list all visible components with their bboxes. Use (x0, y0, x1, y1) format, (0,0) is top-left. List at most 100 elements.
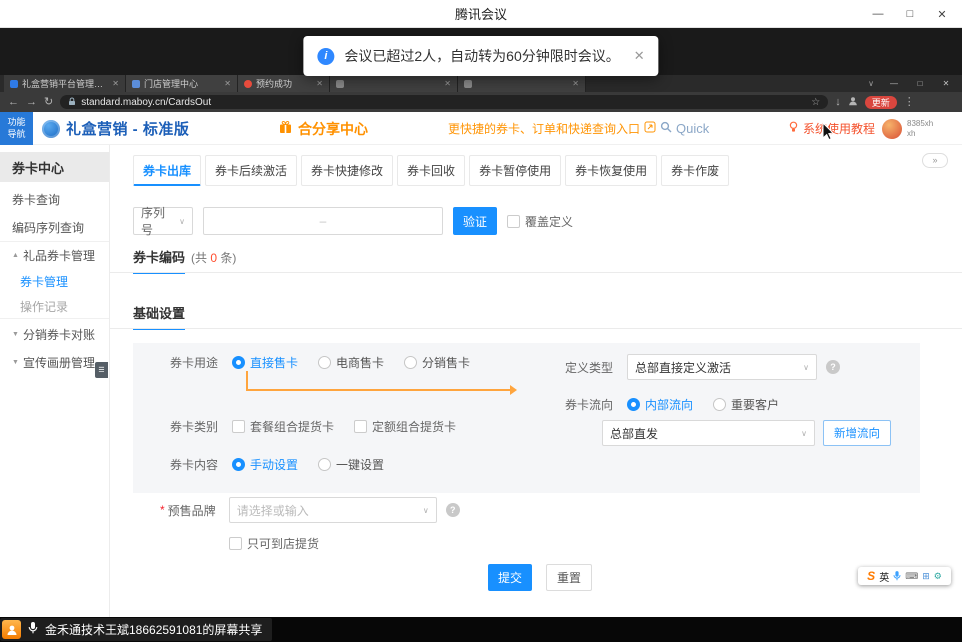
serial-type-select[interactable]: 序列号 ∨ (133, 207, 193, 235)
browser-minimize-icon[interactable]: — (882, 75, 906, 92)
sidebar-item-card-management[interactable]: 券卡管理 (0, 268, 109, 294)
meeting-title: 腾讯会议 (455, 4, 507, 23)
tab-card-suspend[interactable]: 券卡暂停使用 (469, 155, 561, 186)
meeting-titlebar: 腾讯会议 — □ ✕ (0, 0, 962, 28)
info-icon: i (317, 48, 334, 65)
help-icon[interactable]: ? (446, 503, 460, 517)
tab-card-followup-activate[interactable]: 券卡后续激活 (205, 155, 297, 186)
browser-tab-3[interactable]: 预约成功 ✕ (238, 75, 330, 92)
tab-close-icon[interactable]: ✕ (224, 79, 231, 88)
tab-card-outbound[interactable]: 券卡出库 (133, 155, 201, 186)
browser-tab-5[interactable]: ✕ (458, 75, 586, 92)
sidebar-divider (0, 318, 109, 319)
card-content-label: 券卡内容 (170, 456, 220, 473)
tab-card-void[interactable]: 券卡作废 (661, 155, 729, 186)
quick-search[interactable]: Quick (660, 112, 709, 145)
browser-maximize-icon[interactable]: □ (908, 75, 932, 92)
bookmark-star-icon[interactable]: ☆ (811, 97, 820, 108)
profile-icon[interactable] (848, 96, 858, 109)
promo-text: 更快捷的券卡、订单和快递查询入口 (448, 120, 640, 137)
verify-button[interactable]: 验证 (453, 207, 497, 235)
ime-toolbar[interactable]: S 英 ⌨ ⊞ ⚙ (858, 567, 951, 585)
maximize-icon[interactable]: □ (894, 0, 926, 28)
function-nav-button[interactable]: 功能 导航 (0, 112, 33, 145)
override-definition-checkbox[interactable]: 覆盖定义 (507, 213, 573, 230)
serial-number-input[interactable] (203, 207, 443, 235)
radio-manual-setting[interactable]: 手动设置 (232, 456, 298, 473)
presale-brand-select[interactable]: 请选择或输入 ∨ (229, 497, 437, 523)
basic-settings-section-header: 基础设置 (133, 303, 185, 330)
sidebar-item-card-query[interactable]: 券卡查询 (0, 186, 109, 212)
reload-icon[interactable]: ↻ (44, 97, 53, 108)
reset-button[interactable]: 重置 (546, 564, 592, 591)
tab-close-icon[interactable]: ✕ (572, 79, 579, 88)
help-icon[interactable]: ? (826, 360, 840, 374)
sidebar-header-card-center: 券卡中心 (0, 152, 109, 182)
radio-internal-flow[interactable]: 内部流向 (627, 396, 693, 413)
browser-tab-2[interactable]: 门店管理中心 ✕ (126, 75, 238, 92)
section-divider (110, 328, 962, 329)
ime-keyboard-icon[interactable]: ⌨ (905, 572, 918, 581)
ime-mic-icon[interactable] (893, 570, 901, 583)
serial-select-value: 序列号 (141, 204, 173, 238)
radio-icon (713, 398, 726, 411)
tutorial-link[interactable]: 系统使用教程 (788, 112, 875, 145)
store-pickup-only-checkbox[interactable]: 只可到店提货 (229, 535, 319, 552)
ime-settings-icon[interactable]: ⚙ (934, 572, 942, 581)
expand-panel-button[interactable]: » (922, 153, 948, 168)
browser-menu-icon[interactable]: ⋮ (904, 97, 915, 108)
connector-arrow-icon (510, 385, 517, 395)
user-box[interactable]: 8385xhxh (882, 112, 933, 145)
tab-close-icon[interactable]: ✕ (444, 79, 451, 88)
browser-tab-4[interactable]: ✕ (330, 75, 458, 92)
browser-update-button[interactable]: 更新 (865, 96, 897, 109)
checkbox-fixed-combo-card[interactable]: 定额组合提货卡 (354, 418, 456, 435)
browser-tab-1[interactable]: 礼盒营销平台管理中心 ✕ (4, 75, 126, 92)
tabstrip-right: ∨ — □ ✕ (862, 75, 962, 92)
sidebar-item-code-sequence-query[interactable]: 编码序列查询 (0, 214, 109, 240)
definition-type-row: 定义类型 总部直接定义激活 ∨ ? (565, 354, 840, 380)
sidebar-group-gift-card-management[interactable]: ▲ 礼品券卡管理 (0, 242, 109, 268)
address-bar[interactable]: standard.maboy.cn/CardsOut ☆ (60, 95, 828, 109)
ime-language-indicator[interactable]: 英 (879, 569, 889, 584)
radio-important-customer[interactable]: 重要客户 (713, 396, 779, 413)
flow-destination-select[interactable]: 总部直发 ∨ (602, 420, 815, 446)
checkbox-icon (354, 420, 367, 433)
definition-type-select[interactable]: 总部直接定义激活 ∨ (627, 354, 817, 380)
promo-link[interactable]: 更快捷的券卡、订单和快递查询入口 (448, 112, 656, 145)
quick-label: Quick (676, 121, 709, 136)
tab-card-recycle[interactable]: 券卡回收 (397, 155, 465, 186)
sidebar-group-brochure-management[interactable]: ▼ 宣传画册管理 (0, 349, 109, 375)
radio-direct-sale[interactable]: 直接售卡 (232, 354, 298, 371)
checkbox-package-combo-card[interactable]: 套餐组合提货卡 (232, 418, 334, 435)
sidebar-group-distribution-reconciliation[interactable]: ▼ 分销券卡对账 (0, 321, 109, 347)
back-icon[interactable]: ← (8, 97, 19, 108)
radio-distribution-sale[interactable]: 分销售卡 (404, 354, 470, 371)
share-center-link[interactable]: 合分享中心 (278, 112, 368, 145)
tab-close-icon[interactable]: ✕ (112, 79, 119, 88)
add-flow-button[interactable]: 新增流向 (823, 420, 891, 446)
sidebar-collapse-handle[interactable]: ☰ (95, 362, 108, 378)
toast-close-icon[interactable]: ✕ (634, 48, 645, 64)
radio-ecommerce-sale[interactable]: 电商售卡 (318, 354, 384, 371)
minimize-icon[interactable]: — (862, 0, 894, 28)
presale-brand-label: 预售品牌 (168, 502, 216, 519)
card-category-label: 券卡类别 (170, 418, 220, 435)
card-code-section-header: 券卡编码 (共 0 条) (133, 247, 236, 274)
microphone-icon[interactable] (28, 621, 38, 639)
ime-toolbox-icon[interactable]: ⊞ (922, 572, 930, 581)
radio-one-click-setting[interactable]: 一键设置 (318, 456, 384, 473)
tab-card-quick-edit[interactable]: 券卡快捷修改 (301, 155, 393, 186)
forward-icon[interactable]: → (26, 97, 37, 108)
sidebar-item-operation-log[interactable]: 操作记录 (0, 293, 109, 319)
radio-icon (404, 356, 417, 369)
main-content: 券卡出库 券卡后续激活 券卡快捷修改 券卡回收 券卡暂停使用 券卡恢复使用 券卡… (110, 145, 962, 617)
browser-close-icon[interactable]: ✕ (934, 75, 958, 92)
tab-close-icon[interactable]: ✕ (316, 79, 323, 88)
tab-card-resume[interactable]: 券卡恢复使用 (565, 155, 657, 186)
tab-list-chevron-icon[interactable]: ∨ (862, 79, 880, 88)
close-icon[interactable]: ✕ (926, 0, 958, 28)
radio-icon (318, 458, 331, 471)
download-icon[interactable]: ↓ (835, 97, 841, 108)
submit-button[interactable]: 提交 (488, 564, 532, 591)
